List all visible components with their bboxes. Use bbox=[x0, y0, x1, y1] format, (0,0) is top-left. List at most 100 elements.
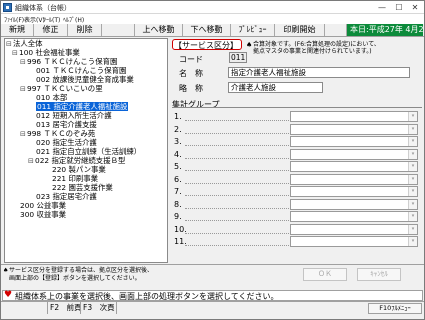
chevron-down-icon[interactable]: ▾ bbox=[408, 162, 417, 171]
group-select[interactable]: ▾ bbox=[290, 148, 418, 160]
tree-item[interactable]: ⊟997 ＴＫＣいこいの里 bbox=[20, 84, 103, 93]
collapse-icon[interactable]: ⊟ bbox=[12, 49, 19, 58]
new-button[interactable]: 新規 bbox=[1, 24, 34, 36]
move-down-button[interactable]: 下へ移動 bbox=[183, 24, 231, 36]
group-select[interactable]: ▾ bbox=[290, 211, 418, 222]
tree-item[interactable]: 023 指定居宅介護 bbox=[36, 192, 97, 201]
tree-item[interactable]: 001 ＴＫＣけんこう保育園 bbox=[36, 66, 126, 75]
group-number: 4. bbox=[174, 149, 182, 159]
name-label: 名 称 bbox=[179, 69, 203, 78]
spade-icon: ♠ bbox=[3, 267, 9, 274]
chevron-down-icon[interactable]: ▾ bbox=[408, 137, 417, 146]
tree-item-selected[interactable]: 011 指定介護老人福祉施設 bbox=[36, 102, 129, 111]
aggregation-group-title: 集計グループ bbox=[172, 100, 220, 109]
tree-item[interactable]: 220 製パン事業 bbox=[52, 165, 106, 174]
cancel-button[interactable]: ｷｬﾝｾﾙ bbox=[357, 268, 401, 281]
tree-item[interactable]: 002 放課後児童健全育成事業 bbox=[36, 75, 134, 84]
aggregation-note: 合算対象です。(F6:合算処理の設定)において、 拠点マスタの事業と関連付けられ… bbox=[253, 41, 380, 55]
group-select[interactable]: ▾ bbox=[290, 173, 418, 185]
tree-item[interactable]: 222 園芸支援作業 bbox=[52, 183, 113, 192]
tree-item[interactable]: 300 収益事業 bbox=[20, 210, 66, 219]
group-number: 1. bbox=[174, 112, 182, 121]
menu-help[interactable]: ﾍﾙﾌﾟ(H) bbox=[63, 15, 84, 24]
group-number: 3. bbox=[174, 137, 182, 146]
collapse-icon[interactable]: ⊟ bbox=[20, 58, 27, 67]
chevron-down-icon[interactable]: ▾ bbox=[408, 124, 417, 134]
group-number: 9. bbox=[174, 212, 182, 221]
tree-item[interactable]: ⊟100 社会福祉事業 bbox=[12, 48, 80, 57]
app-window: 組織体系（台帳） — ☐ ✕ ﾌｧｲﾙ(F) 表示(V) ﾂｰﾙ(T) ﾍﾙﾌﾟ… bbox=[0, 0, 425, 320]
maximize-button[interactable]: ☐ bbox=[391, 1, 407, 14]
tree-item[interactable]: 221 印刷事業 bbox=[52, 174, 98, 183]
minimize-button[interactable]: — bbox=[374, 1, 390, 14]
f3-next-page[interactable]: F3 次頁 bbox=[80, 302, 116, 314]
group-select[interactable]: ▾ bbox=[290, 123, 418, 135]
menu-file[interactable]: ﾌｧｲﾙ(F) bbox=[4, 15, 24, 24]
group-number: 8. bbox=[174, 199, 182, 209]
function-key-spacer bbox=[116, 302, 366, 314]
spade-icon: ♠ bbox=[246, 41, 253, 49]
app-icon bbox=[3, 3, 12, 12]
tree-item[interactable]: ⊟996 ＴＫＣけんこう保育園 bbox=[20, 57, 117, 66]
window-title: 組織体系（台帳） bbox=[15, 4, 71, 12]
tree-item[interactable]: 012 短期入所生活介護 bbox=[36, 111, 112, 120]
group-select[interactable]: ▾ bbox=[290, 111, 418, 122]
organization-tree[interactable]: ⊟法人全体 ⊟100 社会福祉事業 ⊟996 ＴＫＣけんこう保育園 001 ＴＫ… bbox=[4, 38, 168, 263]
group-select[interactable]: ▾ bbox=[290, 198, 418, 210]
menu-view[interactable]: 表示(V) bbox=[24, 15, 45, 24]
group-number: 5. bbox=[174, 162, 182, 171]
tree-item[interactable]: 020 指定生活介護 bbox=[36, 138, 97, 147]
blank-toolbar-button-2[interactable] bbox=[325, 24, 347, 36]
tree-item[interactable]: 013 居宅介護支援 bbox=[36, 120, 97, 129]
tree-item[interactable]: ⊟法人全体 bbox=[6, 39, 43, 48]
collapse-icon[interactable]: ⊟ bbox=[20, 85, 27, 94]
chevron-down-icon[interactable]: ▾ bbox=[408, 149, 417, 159]
chevron-down-icon[interactable]: ▾ bbox=[408, 212, 417, 221]
chevron-down-icon[interactable]: ▾ bbox=[408, 237, 417, 246]
close-button[interactable]: ✕ bbox=[407, 1, 423, 14]
tree-item[interactable]: 021 指定自立訓練（生活訓練） bbox=[36, 147, 141, 156]
group-select[interactable]: ▾ bbox=[290, 161, 418, 172]
delete-button[interactable]: 削除 bbox=[68, 24, 102, 36]
f10-full-menu-button[interactable]: F10ﾌﾙﾒﾆｭｰ bbox=[368, 303, 422, 314]
group-select[interactable]: ▾ bbox=[290, 136, 418, 147]
group-select[interactable]: ▾ bbox=[290, 186, 418, 197]
menu-tools[interactable]: ﾂｰﾙ(T) bbox=[43, 15, 60, 24]
group-leader-line bbox=[185, 220, 289, 221]
tree-item[interactable]: ⊟022 指定就労継続支援Ｂ型 bbox=[28, 156, 125, 165]
collapse-icon[interactable]: ⊟ bbox=[28, 157, 35, 166]
chevron-down-icon[interactable]: ▾ bbox=[408, 112, 417, 121]
group-leader-line bbox=[185, 157, 289, 159]
name-field[interactable]: 指定介護老人福祉施設 bbox=[228, 67, 410, 78]
group-leader-line bbox=[185, 182, 289, 184]
tree-item[interactable]: 200 公益事業 bbox=[20, 201, 66, 210]
edit-button[interactable]: 修正 bbox=[34, 24, 68, 36]
preview-button[interactable]: ﾌﾟﾚﾋﾞｭｰ bbox=[231, 24, 275, 36]
print-button[interactable]: 印刷開始 bbox=[275, 24, 325, 36]
group-number: 2. bbox=[174, 124, 182, 134]
blank-toolbar-button[interactable] bbox=[102, 24, 135, 36]
code-label: コード bbox=[179, 55, 203, 64]
move-up-button[interactable]: 上へ移動 bbox=[135, 24, 183, 36]
group-select[interactable]: ▾ bbox=[290, 236, 418, 247]
divider bbox=[172, 107, 422, 108]
collapse-icon[interactable]: ⊟ bbox=[20, 130, 27, 139]
ok-button[interactable]: ＯＫ bbox=[303, 268, 347, 281]
hint-text: サービス区分を登録する場合は、拠点区分を選択後、 画面上部の【登録】ボタンを選択… bbox=[9, 267, 154, 282]
chevron-down-icon[interactable]: ▾ bbox=[408, 174, 417, 184]
chevron-down-icon[interactable]: ▾ bbox=[408, 224, 417, 234]
heart-icon: ♥ bbox=[4, 290, 13, 300]
group-leader-line bbox=[185, 195, 289, 196]
chevron-down-icon[interactable]: ▾ bbox=[408, 199, 417, 209]
group-number: 6. bbox=[174, 174, 182, 184]
title-bar: 組織体系（台帳） — ☐ ✕ bbox=[1, 1, 424, 14]
group-select[interactable]: ▾ bbox=[290, 223, 418, 235]
today-date: 本日:平成27年 4月28日(火) bbox=[347, 24, 423, 36]
f2-prev-page[interactable]: F2 前頁 bbox=[47, 302, 82, 314]
tree-item[interactable]: ⊟998 ＴＫＣのぞみ苑 bbox=[20, 129, 95, 138]
tree-item[interactable]: 010 本部 bbox=[36, 93, 67, 102]
chevron-down-icon[interactable]: ▾ bbox=[408, 187, 417, 196]
abbreviation-field[interactable]: 介護老人施設 bbox=[228, 82, 323, 93]
section-label: 【サービス区分】 bbox=[174, 41, 238, 50]
group-leader-line bbox=[185, 132, 289, 134]
